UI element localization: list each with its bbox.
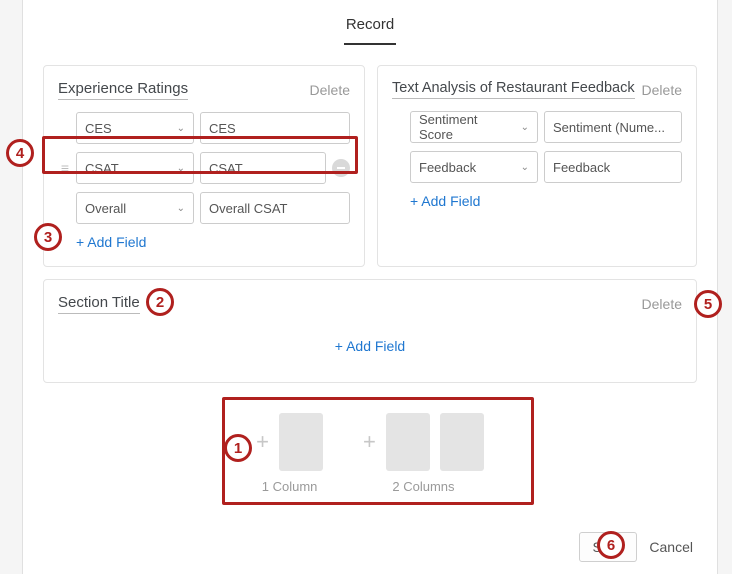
select-value: Sentiment Score [419,112,515,142]
section-experience-ratings: Experience Ratings Delete ≡ CES ⌄ CES ≡ … [43,65,365,267]
layout-picker: + 1 Column + 2 Columns [43,403,697,504]
layout-option-1col[interactable]: + 1 Column [256,413,323,494]
field-select[interactable]: Sentiment Score ⌄ [410,111,538,143]
delete-section-new[interactable]: Delete [642,296,682,312]
footer-actions: Save Cancel [579,532,693,562]
save-button[interactable]: Save [579,532,637,562]
field-select[interactable]: Feedback ⌄ [410,151,538,183]
field-row: Feedback ⌄ Feedback [392,151,682,183]
select-value: CES [85,121,112,136]
remove-field-icon[interactable] [332,159,350,177]
plus-icon: + [256,429,269,455]
add-field-link[interactable]: + Add Field [58,316,682,366]
section-text-analysis: Text Analysis of Restaurant Feedback Del… [377,65,697,267]
select-value: CSAT [85,161,119,176]
delete-section-ratings[interactable]: Delete [310,82,350,98]
tab-header: Record [43,12,697,51]
section-title-ratings[interactable]: Experience Ratings [58,80,188,100]
thumb-icon [440,413,484,471]
field-select[interactable]: CSAT ⌄ [76,152,194,184]
field-label-input[interactable]: CES [200,112,350,144]
select-value: Feedback [419,160,476,175]
field-label-input[interactable]: Feedback [544,151,682,183]
field-select[interactable]: Overall ⌄ [76,192,194,224]
chevron-down-icon: ⌄ [521,122,529,133]
add-field-link[interactable]: + Add Field [392,193,480,209]
field-label-input[interactable]: Sentiment (Nume... [544,111,682,143]
field-row-active: ≡ CSAT ⌄ CSAT [58,152,350,184]
layout-option-2col[interactable]: + 2 Columns [363,413,484,494]
drag-handle-icon[interactable]: ≡ [58,160,72,176]
input-value: Overall CSAT [209,201,288,216]
field-row: ≡ Overall ⌄ Overall CSAT [58,192,350,224]
chevron-down-icon: ⌄ [177,163,185,174]
add-field-link[interactable]: + Add Field [58,234,146,250]
field-select[interactable]: CES ⌄ [76,112,194,144]
layout-label: 1 Column [262,479,318,494]
layout-thumb-2col: + [363,413,484,471]
chevron-down-icon: ⌄ [521,162,529,173]
field-row: Sentiment Score ⌄ Sentiment (Nume... [392,111,682,143]
input-value: CSAT [209,161,243,176]
thumb-icon [386,413,430,471]
section-title-text-analysis[interactable]: Text Analysis of Restaurant Feedback [392,80,635,99]
thumb-icon [279,413,323,471]
input-value: Feedback [553,160,610,175]
select-value: Overall [85,201,126,216]
section-title-input[interactable]: Section Title [58,294,140,314]
input-value: CES [209,121,236,136]
tab-record[interactable]: Record [344,12,396,45]
field-label-input[interactable]: Overall CSAT [200,192,350,224]
field-row: ≡ CES ⌄ CES [58,112,350,144]
layout-label: 2 Columns [392,479,454,494]
layout-thumb-1col: + [256,413,323,471]
section-new: Section Title Delete + Add Field [43,279,697,383]
chevron-down-icon: ⌄ [177,203,185,214]
cancel-button[interactable]: Cancel [649,539,693,555]
field-label-input[interactable]: CSAT [200,152,326,184]
delete-section-text-analysis[interactable]: Delete [642,82,682,98]
input-value: Sentiment (Nume... [553,120,665,135]
plus-icon: + [363,429,376,455]
chevron-down-icon: ⌄ [177,123,185,134]
